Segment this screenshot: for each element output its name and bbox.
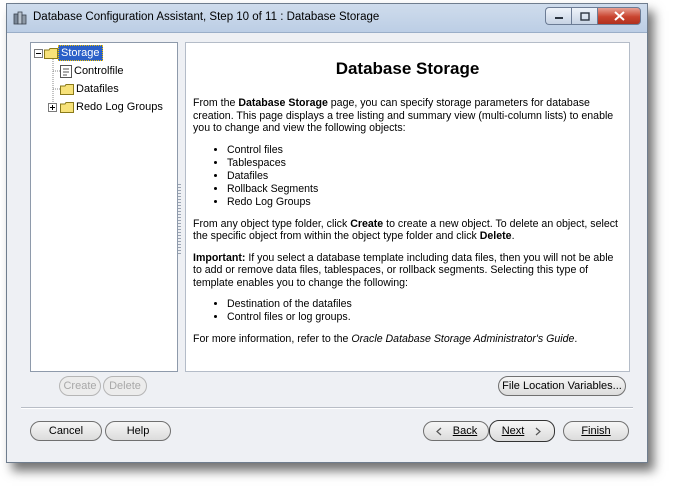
tree-label-redo-log-groups: Redo Log Groups — [76, 101, 163, 113]
close-button[interactable] — [597, 7, 641, 25]
tree-label-controlfile: Controlfile — [74, 65, 124, 77]
back-label: Back — [452, 425, 478, 437]
expand-icon[interactable] — [48, 102, 57, 112]
title-bar[interactable]: Database Configuration Assistant, Step 1… — [7, 4, 647, 33]
caption-buttons — [545, 7, 641, 25]
maximize-icon — [579, 11, 590, 21]
help-button[interactable]: Help — [105, 421, 171, 441]
tree-item-datafiles[interactable]: Datafiles — [60, 81, 119, 97]
list-item: Destination of the datafiles — [227, 298, 623, 311]
chevron-left-icon — [435, 427, 442, 435]
minimize-button[interactable] — [545, 7, 571, 25]
folder-icon — [60, 101, 74, 113]
list-item: Tablespaces — [227, 157, 623, 170]
changeables-list: Destination of the datafiles Control fil… — [193, 298, 623, 324]
tree-label-storage: Storage — [58, 45, 103, 61]
next-button[interactable]: Next — [489, 420, 555, 442]
create-button[interactable]: Create — [59, 376, 101, 396]
list-item: Redo Log Groups — [227, 196, 623, 209]
collapse-icon[interactable] — [34, 48, 43, 58]
finish-label: Finish — [581, 425, 611, 437]
chevron-right-icon — [535, 427, 542, 435]
back-button[interactable]: Back — [423, 421, 489, 441]
maximize-button[interactable] — [571, 7, 597, 25]
database-app-icon — [13, 11, 27, 25]
close-icon — [613, 11, 625, 21]
page-title: Database Storage — [335, 59, 480, 78]
list-item: Rollback Segments — [227, 183, 623, 196]
list-item: Datafiles — [227, 170, 623, 183]
document-icon — [60, 64, 72, 78]
dbca-window: Database Configuration Assistant, Step 1… — [6, 3, 648, 463]
divider — [21, 407, 633, 409]
help-panel: Database Storage From the Database Stora… — [185, 42, 630, 372]
tree-item-controlfile[interactable]: Controlfile — [60, 63, 124, 79]
minimize-icon — [554, 17, 563, 19]
tree-item-storage[interactable]: Storage — [34, 45, 103, 61]
create-delete-paragraph: From any object type folder, click Creat… — [193, 217, 618, 243]
list-item: Control files — [227, 144, 623, 157]
folder-icon — [44, 47, 58, 59]
more-info-paragraph: For more information, refer to the Oracl… — [193, 333, 578, 345]
tree-label-datafiles: Datafiles — [76, 83, 119, 95]
finish-button[interactable]: Finish — [563, 421, 629, 441]
cancel-button[interactable]: Cancel — [30, 421, 102, 441]
delete-button[interactable]: Delete — [103, 376, 147, 396]
objects-list: Control files Tablespaces Datafiles Roll… — [193, 144, 623, 209]
help-text: From the Database Storage page, you can … — [193, 97, 623, 355]
file-location-variables-button[interactable]: File Location Variables... — [498, 376, 626, 396]
tree-item-redo-log-groups[interactable]: Redo Log Groups — [48, 99, 163, 115]
storage-tree[interactable]: Storage Controlfile Datafiles Redo Log G… — [30, 42, 178, 372]
splitter-handle[interactable] — [178, 184, 181, 254]
list-item: Control files or log groups. — [227, 311, 623, 324]
next-label: Next — [501, 425, 525, 437]
important-paragraph: Important: If you select a database temp… — [193, 251, 614, 289]
folder-icon — [60, 83, 74, 95]
window-title: Database Configuration Assistant, Step 1… — [33, 11, 380, 23]
intro-paragraph: From the Database Storage page, you can … — [193, 97, 614, 134]
